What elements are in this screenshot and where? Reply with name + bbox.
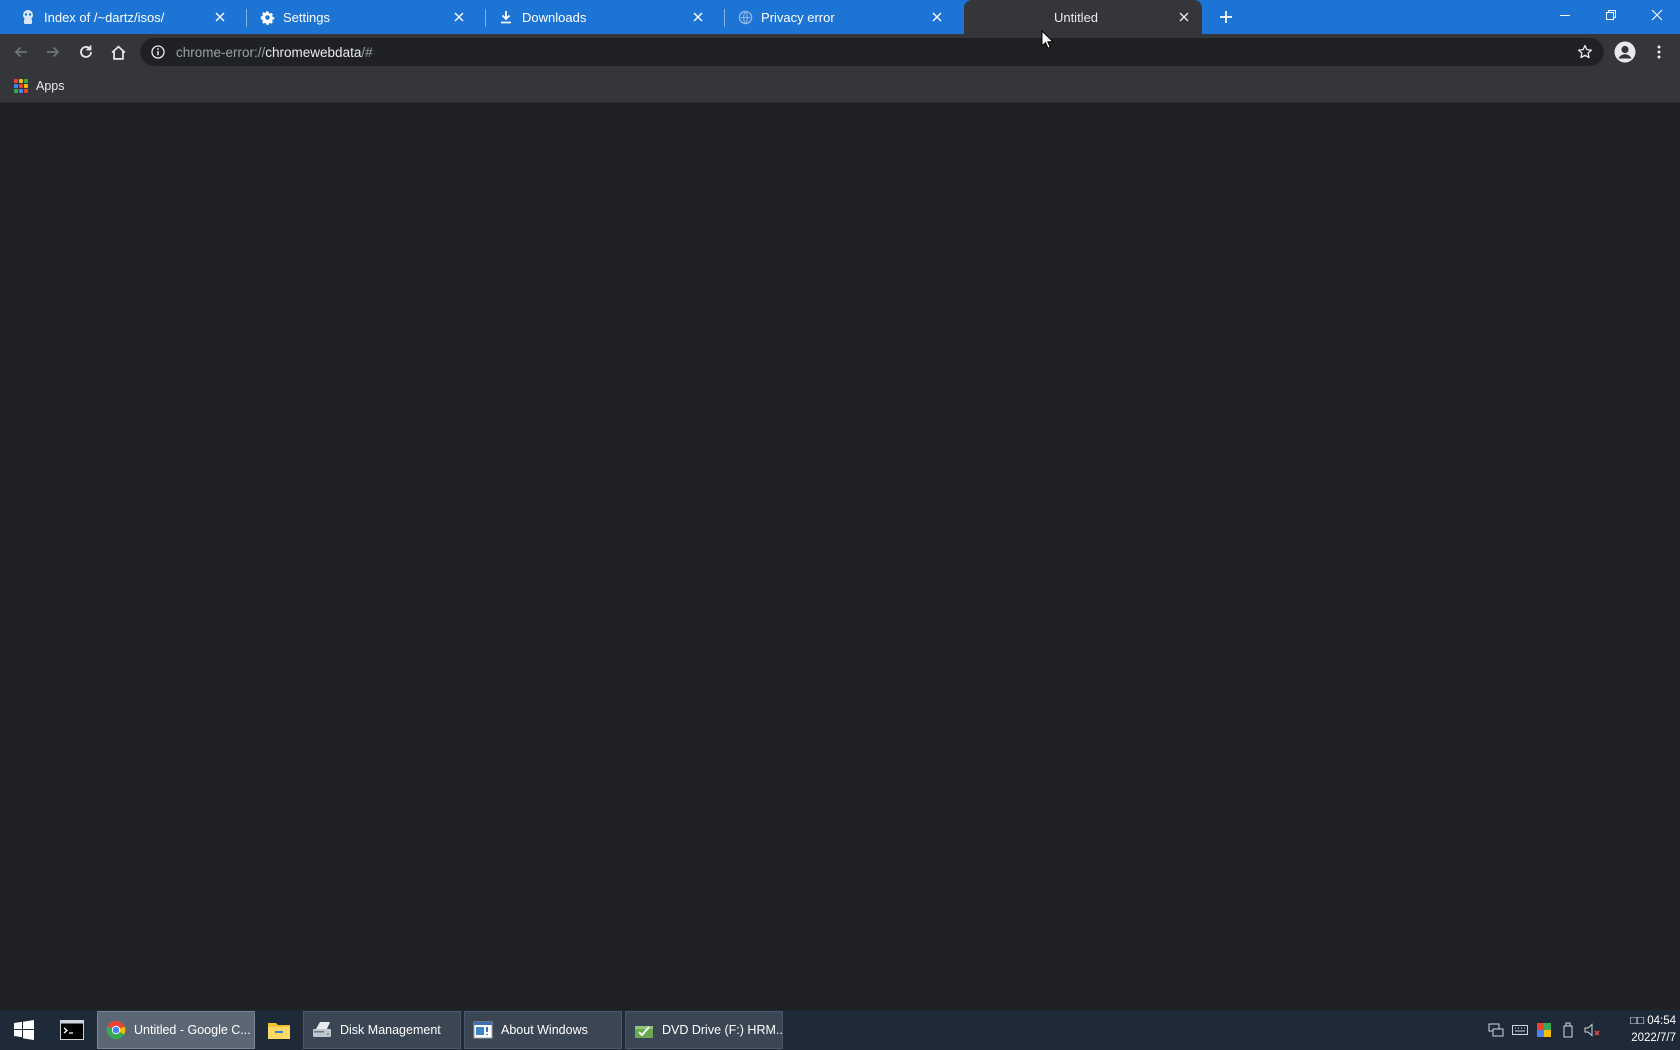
tab-strip: Index of /~dartz/isos/ Settings Download… [0, 0, 1680, 34]
close-window-button[interactable] [1634, 0, 1680, 30]
minimize-button[interactable] [1542, 0, 1588, 30]
url-host: chromewebdata [265, 44, 362, 60]
terminal-button[interactable] [52, 1015, 92, 1045]
back-button[interactable] [7, 38, 35, 66]
bookmark-label: Apps [36, 79, 65, 93]
arrow-right-icon [47, 46, 60, 58]
close-icon[interactable] [690, 9, 706, 25]
task-label: Disk Management [340, 1023, 441, 1037]
close-icon[interactable] [1176, 9, 1192, 25]
download-icon [498, 9, 514, 25]
tab-title: Settings [283, 9, 330, 25]
close-icon [1651, 9, 1663, 21]
globe-icon [737, 9, 753, 25]
task-label: About Windows [501, 1023, 588, 1037]
address-bar[interactable]: chrome-error://chromewebdata/# [140, 38, 1604, 66]
gear-icon [259, 9, 275, 25]
taskbar-item-chrome[interactable]: Untitled - Google C... [97, 1011, 255, 1049]
network-icon[interactable] [1487, 1021, 1505, 1039]
start-button[interactable] [8, 1017, 40, 1043]
browser-toolbar: chrome-error://chromewebdata/# [0, 34, 1680, 70]
mouse-cursor-icon [1041, 29, 1055, 55]
about-windows-icon [473, 1020, 493, 1040]
page-content [0, 103, 1680, 1009]
terminal-icon [60, 1020, 84, 1040]
dartz-favicon-icon [20, 9, 36, 25]
dvd-drive-icon [634, 1020, 654, 1040]
file-explorer-button[interactable] [259, 1015, 299, 1045]
url-scheme: chrome-error:// [176, 44, 266, 60]
tab-privacy-error[interactable]: Privacy error [717, 0, 955, 34]
windows-logo-icon [14, 1020, 34, 1040]
tab-title: Downloads [522, 9, 587, 25]
url-path: /# [361, 44, 373, 60]
tab-title: Untitled [1053, 9, 1099, 25]
taskbar-item-dvd-drive[interactable]: DVD Drive (F:) HRM... [625, 1011, 783, 1049]
restore-button[interactable] [1588, 0, 1634, 30]
account-icon [1614, 41, 1636, 63]
bookmark-star-icon[interactable] [1576, 43, 1594, 61]
color-app-icon[interactable] [1535, 1021, 1553, 1039]
plus-icon [1220, 11, 1232, 23]
clock-date: 2022/7/7 [1631, 1032, 1676, 1044]
bookmarks-bar: Apps [0, 70, 1680, 103]
task-label: Untitled - Google C... [134, 1023, 251, 1037]
clock-time: □□ 04:54 [1630, 1015, 1676, 1027]
bookmark-apps[interactable]: Apps [14, 76, 65, 96]
tab-title: Privacy error [761, 9, 835, 25]
volume-muted-icon[interactable] [1583, 1021, 1601, 1039]
minimize-icon [1560, 15, 1570, 16]
profile-button[interactable] [1611, 38, 1639, 66]
keyboard-icon[interactable] [1511, 1021, 1529, 1039]
usb-drive-icon[interactable] [1559, 1021, 1577, 1039]
tab-index-of-isos[interactable]: Index of /~dartz/isos/ [0, 0, 238, 34]
close-icon[interactable] [929, 9, 945, 25]
task-label: DVD Drive (F:) HRM... [662, 1023, 783, 1037]
chrome-icon [106, 1020, 126, 1040]
clock[interactable]: □□ 04:54 2022/7/7 [1606, 1013, 1676, 1047]
tab-title: Index of /~dartz/isos/ [44, 9, 165, 25]
home-button[interactable] [104, 38, 132, 66]
taskbar-item-disk-management[interactable]: Disk Management [303, 1011, 461, 1049]
arrow-left-icon [14, 46, 27, 58]
taskbar-item-about-windows[interactable]: About Windows [464, 1011, 622, 1049]
apps-grid-icon [14, 79, 28, 93]
restore-icon [1606, 10, 1616, 20]
tab-untitled[interactable]: Untitled [964, 0, 1202, 34]
forward-button[interactable] [39, 38, 67, 66]
close-icon[interactable] [451, 9, 467, 25]
close-icon[interactable] [212, 9, 228, 25]
folder-icon [268, 1023, 290, 1039]
more-vert-icon [1657, 45, 1661, 59]
reload-icon [80, 45, 92, 58]
disk-management-icon [312, 1020, 332, 1040]
tab-downloads[interactable]: Downloads [478, 0, 716, 34]
info-icon[interactable] [150, 44, 166, 60]
new-tab-button[interactable] [1214, 5, 1238, 29]
taskbar: Untitled - Google C... Disk Management A… [0, 1010, 1680, 1050]
tab-settings[interactable]: Settings [239, 0, 477, 34]
home-icon [111, 45, 125, 60]
reload-button[interactable] [72, 38, 100, 66]
menu-button[interactable] [1645, 38, 1673, 66]
